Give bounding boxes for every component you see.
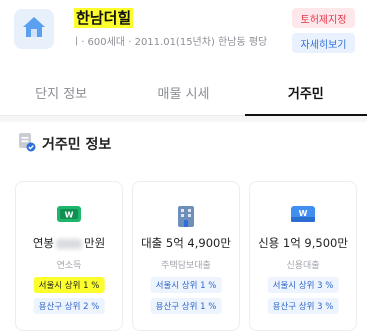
land-permit-badge[interactable]: 토허제지정 xyxy=(292,8,355,28)
yongsan-rank-badge: 용산구 상위 3 % xyxy=(267,298,339,314)
credit-loan-value: 신용 1억 9,500만 xyxy=(258,236,348,250)
tab-complex-info[interactable]: 단지 정보 xyxy=(0,70,122,115)
section-divider xyxy=(0,116,367,122)
tab-bar: 단지 정보 매물 시세 거주민 xyxy=(0,70,367,116)
document-check-icon xyxy=(18,132,36,156)
complex-header: 한남더힐 ㅣ· 600세대 · 2011.01(15년차) 한남동 평당 토허제… xyxy=(0,0,367,64)
credit-loan-card: W 신용 1억 9,500만 신용대출 서울시 상위 3 % 용산구 상위 3 … xyxy=(249,181,357,331)
yongsan-rank-badge: 용산구 상위 1 % xyxy=(150,298,222,314)
income-caption: 연소득 xyxy=(56,261,82,271)
seoul-rank-badge: 서울시 상위 3 % xyxy=(267,277,339,293)
svg-text:W: W xyxy=(65,211,74,220)
section-title: 거주민 정보 xyxy=(42,137,112,153)
complex-logo xyxy=(14,9,54,49)
mortgage-card: 대출 5억 4,900만 주택담보대출 서울시 상위 1 % 용산구 상위 1 … xyxy=(132,181,240,331)
complex-title: 한남더힐 xyxy=(74,8,134,28)
income-value: 연봉 만원 xyxy=(16,235,122,251)
mortgage-value: 대출 5억 4,900만 xyxy=(141,236,231,250)
tab-residents[interactable]: 거주민 xyxy=(244,70,367,116)
details-button[interactable]: 자세히보기 xyxy=(292,33,355,53)
seoul-rank-badge: 서울시 상위 1 % xyxy=(33,277,105,293)
hidden-amount xyxy=(56,238,82,249)
residents-section-header: 거주민 정보 xyxy=(18,133,111,155)
svg-text:W: W xyxy=(299,209,308,218)
building-icon xyxy=(175,204,197,232)
complex-summary: ㅣ· 600세대 · 2011.01(15년차) 한남동 평당 xyxy=(72,37,268,48)
mortgage-caption: 주택담보대출 xyxy=(161,261,211,271)
income-label: 연봉 xyxy=(32,236,54,250)
cash-icon: W xyxy=(56,204,82,228)
yongsan-rank-badge: 용산구 상위 2 % xyxy=(33,298,105,314)
income-card: W 연봉 만원 연소득 서울시 상위 1 % 용산구 상위 2 % xyxy=(15,181,123,331)
credit-loan-caption: 신용대출 xyxy=(286,261,320,271)
card-icon: W xyxy=(290,204,316,228)
seoul-rank-badge: 서울시 상위 1 % xyxy=(150,277,222,293)
income-unit: 만원 xyxy=(84,236,106,250)
tab-listing-price[interactable]: 매물 시세 xyxy=(122,70,244,115)
house-icon xyxy=(22,16,46,42)
